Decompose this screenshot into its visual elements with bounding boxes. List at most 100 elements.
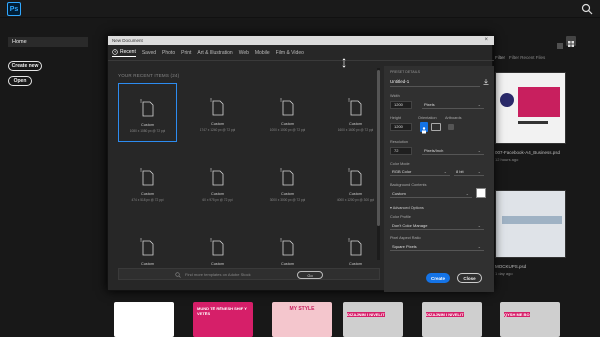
document-icon xyxy=(279,238,293,256)
card-dimensions: 1000 x 1000 px @ 72 ppi xyxy=(269,128,306,132)
stock-search-input[interactable]: Find more templates on Adobe Stock xyxy=(185,271,251,278)
bottom-thumb[interactable]: DIZAJNIM I NIVELIT xyxy=(422,302,482,337)
document-icon xyxy=(139,99,153,117)
pixel-aspect-select[interactable]: Square Pixels ⌄ xyxy=(390,243,484,251)
tab-photo[interactable]: Photo xyxy=(162,50,175,57)
document-icon xyxy=(347,168,361,186)
tab-saved[interactable]: Saved xyxy=(142,50,156,57)
close-icon[interactable]: × xyxy=(484,36,488,45)
height-input[interactable]: 1200 xyxy=(390,123,412,131)
color-profile-select[interactable]: Don't Color Manage ⌄ xyxy=(390,222,484,230)
recent-file-thumb[interactable] xyxy=(495,72,566,144)
document-icon xyxy=(139,168,153,186)
chevron-down-icon: ⌄ xyxy=(477,244,481,249)
bottom-thumb[interactable]: MY STYLE xyxy=(272,302,332,337)
card-name: Custom xyxy=(280,262,295,266)
background-color-swatch[interactable] xyxy=(476,188,486,198)
open-button[interactable]: Open xyxy=(8,76,32,86)
color-profile-label: Color Profile xyxy=(390,215,411,219)
tab-film-video[interactable]: Film & Video xyxy=(276,50,304,57)
advanced-options-toggle[interactable]: ▾ Advanced Options xyxy=(390,205,424,210)
recent-item-card[interactable]: Custom 60 x 975 px @ 72 ppi xyxy=(188,153,247,212)
chevron-down-icon: ⌄ xyxy=(477,169,481,174)
tab-print[interactable]: Print xyxy=(181,50,191,57)
landscape-orientation-button[interactable] xyxy=(431,123,441,131)
chevron-down-icon: ⌄ xyxy=(443,169,447,174)
card-name: Custom xyxy=(210,262,225,266)
card-dimensions: 1080 x 1080 px @ 72 ppi xyxy=(129,129,166,133)
resolution-unit-select[interactable]: Pixels/Inch ⌄ xyxy=(422,147,484,155)
recent-item-card[interactable]: Custom 1080 x 1080 px @ 72 ppi xyxy=(118,83,177,142)
width-unit-value: Pixels xyxy=(424,102,435,107)
chevron-down-icon: ⌄ xyxy=(477,223,481,228)
pixel-aspect-label: Pixel Aspect Ratio xyxy=(390,236,421,240)
tab-web[interactable]: Web xyxy=(239,50,249,57)
bottom-thumb[interactable]: QYSH ME BO xyxy=(500,302,560,337)
preset-heading: PRESET DETAILS xyxy=(390,70,421,74)
app-topbar xyxy=(0,0,600,18)
card-name: Custom xyxy=(348,262,363,266)
clock-icon xyxy=(112,49,118,55)
background-contents-value: Custom xyxy=(392,191,406,196)
card-dimensions: 474 x 518 px @ 72 ppi xyxy=(131,198,164,202)
tab-recent[interactable]: Recent xyxy=(112,49,136,57)
bottom-thumb[interactable]: DIZAJNIM I NIVELIT xyxy=(343,302,403,337)
width-label: Width xyxy=(390,94,400,98)
card-dimensions: 1747 x 1240 px @ 72 ppi xyxy=(199,128,236,132)
portrait-orientation-button[interactable] xyxy=(420,122,428,134)
document-name-field[interactable]: Untitled-1 xyxy=(390,79,480,87)
height-label: Height xyxy=(390,116,401,120)
list-view-icon[interactable] xyxy=(556,37,564,49)
tab-mobile[interactable]: Mobile xyxy=(255,50,270,57)
filter-label: Filter xyxy=(495,55,505,60)
resolution-input[interactable]: 72 xyxy=(390,147,412,155)
preset-details-panel: PRESET DETAILS Untitled-1 Width 1200 Pix… xyxy=(384,66,494,292)
portrait-icon xyxy=(422,127,426,134)
recent-file-thumb[interactable] xyxy=(495,190,566,258)
bit-depth-value: 8 bit xyxy=(456,169,464,174)
close-button[interactable]: Close xyxy=(457,273,482,283)
recent-items-heading: YOUR RECENT ITEMS (24) xyxy=(118,73,180,78)
scrollbar-thumb[interactable] xyxy=(377,70,380,226)
width-input[interactable]: 1200 xyxy=(390,101,412,109)
document-icon xyxy=(347,238,361,256)
search-icon[interactable] xyxy=(581,3,593,15)
artboards-label: Artboards xyxy=(445,116,462,120)
save-preset-icon[interactable] xyxy=(482,78,490,86)
card-name: Custom xyxy=(140,262,155,266)
background-contents-select[interactable]: Custom ⌄ xyxy=(390,190,472,198)
card-name: Custom xyxy=(140,192,155,196)
dialog-title: New Document xyxy=(108,36,494,45)
create-new-button[interactable]: Create new xyxy=(8,61,42,71)
bit-depth-select[interactable]: 8 bit ⌄ xyxy=(454,168,484,176)
document-icon xyxy=(139,238,153,256)
go-button[interactable]: Go xyxy=(297,271,323,279)
document-icon xyxy=(347,98,361,116)
bottom-thumb[interactable]: MUND TË RËNESH SHIF Y VETËS xyxy=(193,302,253,337)
nav-home[interactable]: Home xyxy=(8,37,88,47)
chevron-down-icon: ⌄ xyxy=(477,148,481,153)
width-unit-select[interactable]: Pixels ⌄ xyxy=(422,101,484,109)
recent-item-card[interactable]: Custom 1000 x 1000 px @ 72 ppi xyxy=(258,83,317,142)
create-button[interactable]: Create xyxy=(426,273,450,283)
bottom-thumb[interactable] xyxy=(114,302,174,337)
recent-file-name[interactable]: 007-Facebook-A4_Business.psd xyxy=(495,150,560,155)
filter-input[interactable]: Filter Recent Files xyxy=(509,55,545,60)
tab-art-illustration[interactable]: Art & Illustration xyxy=(197,50,232,57)
advanced-options-label: Advanced Options xyxy=(392,206,424,210)
grid-view-icon[interactable] xyxy=(566,36,576,47)
recent-item-card[interactable]: Custom 3000 x 3000 px @ 72 ppi xyxy=(258,153,317,212)
card-dimensions: 60 x 975 px @ 72 ppi xyxy=(202,198,233,202)
recent-item-card[interactable]: Custom 474 x 518 px @ 72 ppi xyxy=(118,153,177,212)
color-mode-select[interactable]: RGB Color ⌄ xyxy=(390,168,450,176)
new-document-dialog: New Document × Recent Saved Photo Print … xyxy=(107,35,494,292)
stock-search-bar: Find more templates on Adobe Stock Go xyxy=(118,268,380,280)
chevron-down-icon: ⌄ xyxy=(465,191,469,196)
thumb-text: DIZAJNIM I NIVELIT xyxy=(347,312,385,317)
document-icon xyxy=(209,168,223,186)
orientation-label: Orientation xyxy=(418,116,437,120)
recent-item-card[interactable]: Custom 1747 x 1240 px @ 72 ppi xyxy=(188,83,247,142)
artboards-checkbox[interactable] xyxy=(448,124,454,130)
recent-file-name[interactable]: MOCKUPS.psd xyxy=(495,264,526,269)
pixel-aspect-value: Square Pixels xyxy=(392,244,417,249)
